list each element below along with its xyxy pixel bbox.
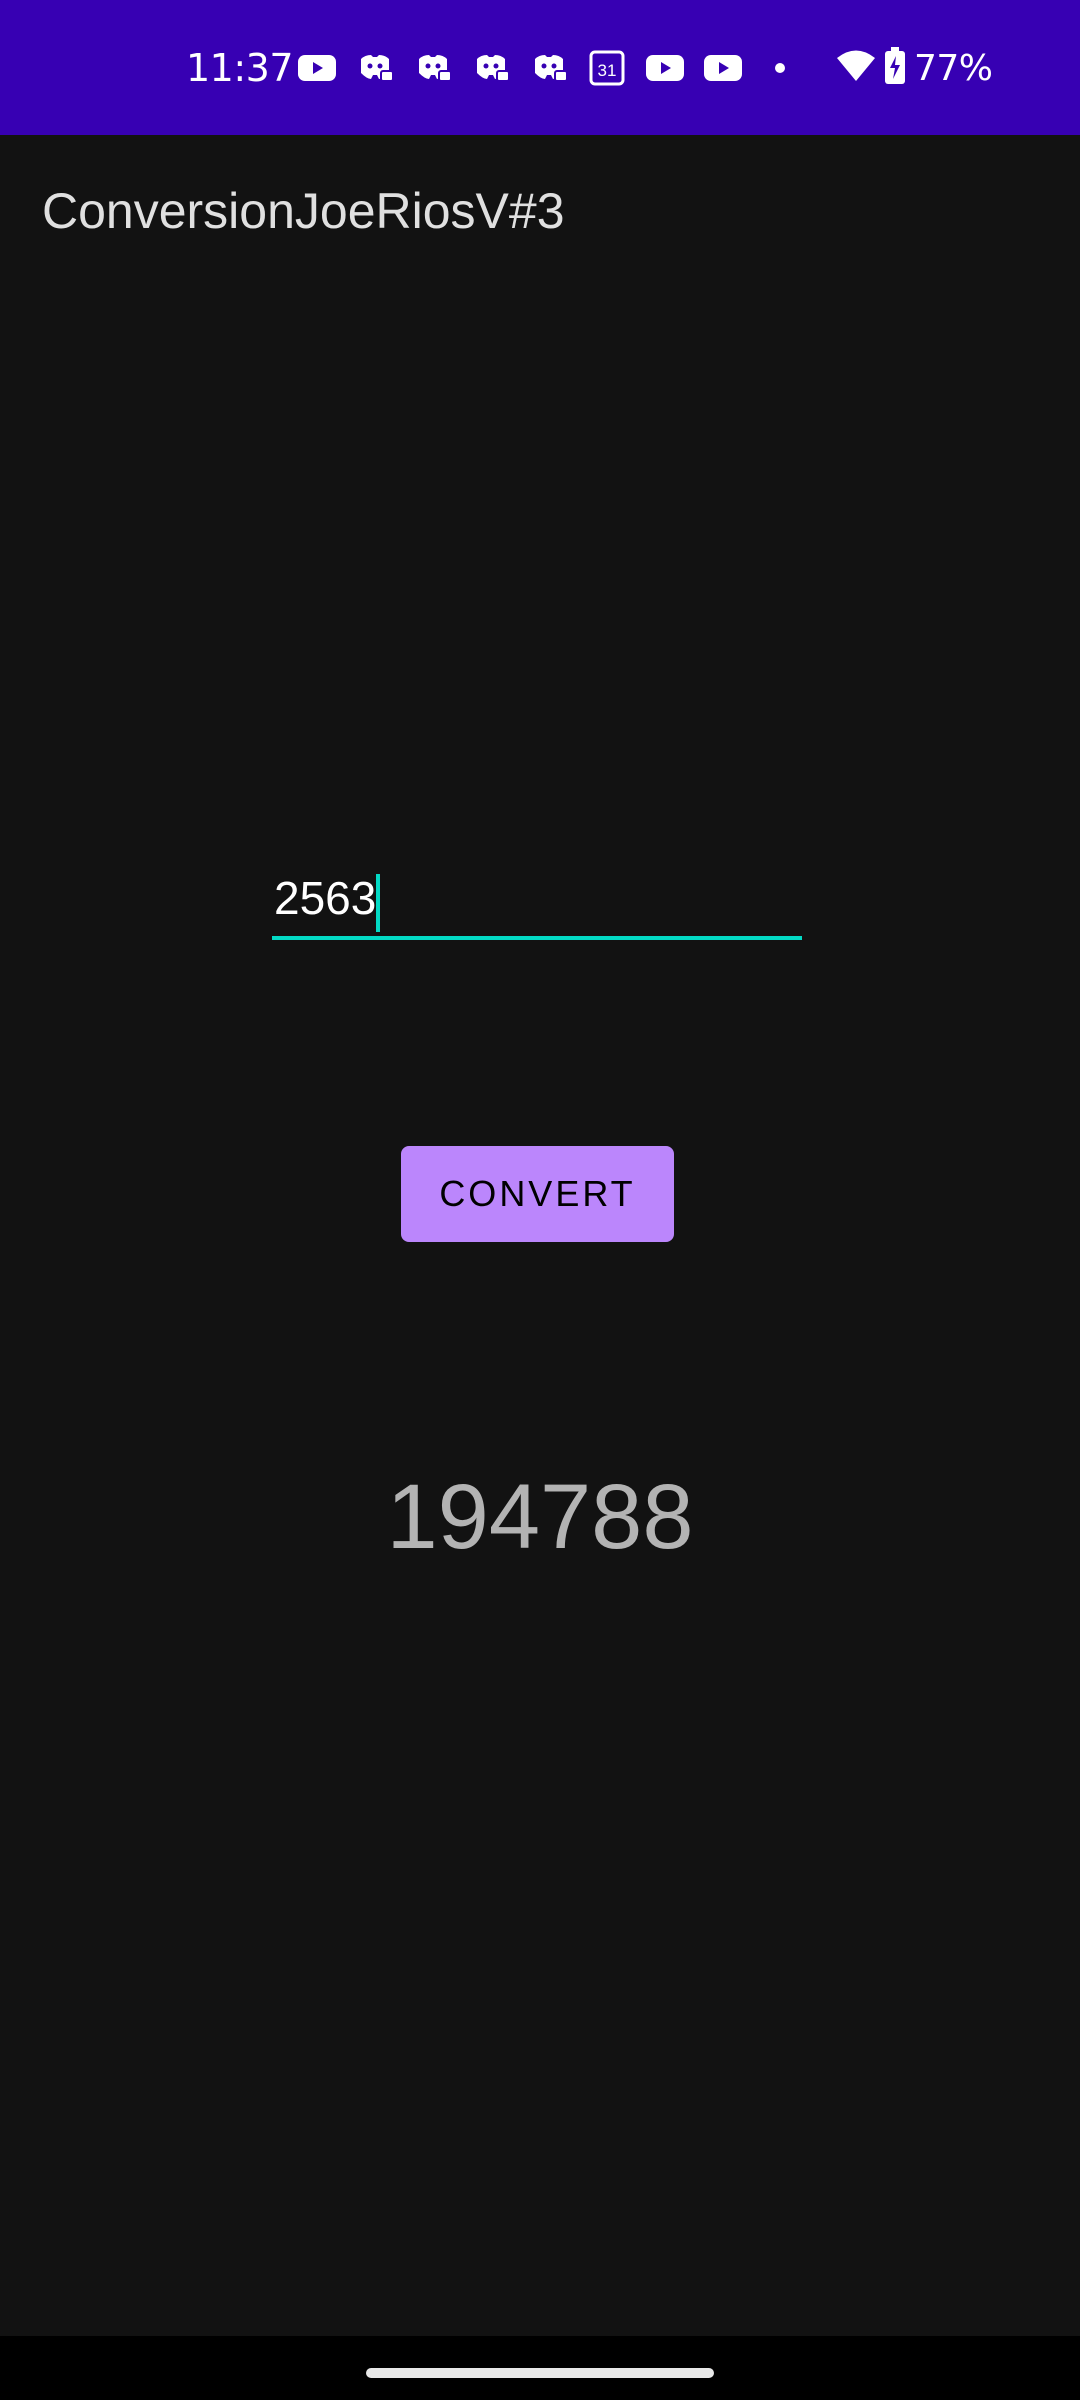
result-text: 194788 — [386, 1466, 694, 1568]
input-container — [272, 860, 802, 946]
svg-text:31: 31 — [598, 61, 617, 80]
battery-charging-icon — [884, 47, 906, 89]
youtube-icon — [702, 48, 744, 88]
status-bar: 11:37 31 77% — [0, 0, 1080, 135]
discord-icon — [470, 48, 512, 88]
wifi-icon — [836, 49, 876, 87]
number-input[interactable] — [272, 860, 802, 940]
more-notifications-dot — [775, 63, 785, 73]
system-status: 77% — [836, 46, 993, 90]
calendar-icon: 31 — [586, 48, 628, 88]
discord-icon — [412, 48, 454, 88]
status-time: 11:37 — [186, 46, 294, 90]
youtube-icon — [644, 48, 686, 88]
navigation-bar — [0, 2336, 1080, 2400]
battery-percentage: 77% — [914, 47, 993, 89]
youtube-icon — [296, 48, 338, 88]
home-gesture-handle[interactable] — [366, 2368, 714, 2378]
app-bar: ConversionJoeRiosV#3 — [0, 135, 1080, 285]
text-cursor — [376, 874, 380, 932]
convert-button[interactable]: CONVERT — [401, 1146, 674, 1242]
notification-icons: 31 — [296, 48, 760, 88]
discord-icon — [528, 48, 570, 88]
app-title: ConversionJoeRiosV#3 — [42, 183, 565, 239]
discord-icon — [354, 48, 396, 88]
